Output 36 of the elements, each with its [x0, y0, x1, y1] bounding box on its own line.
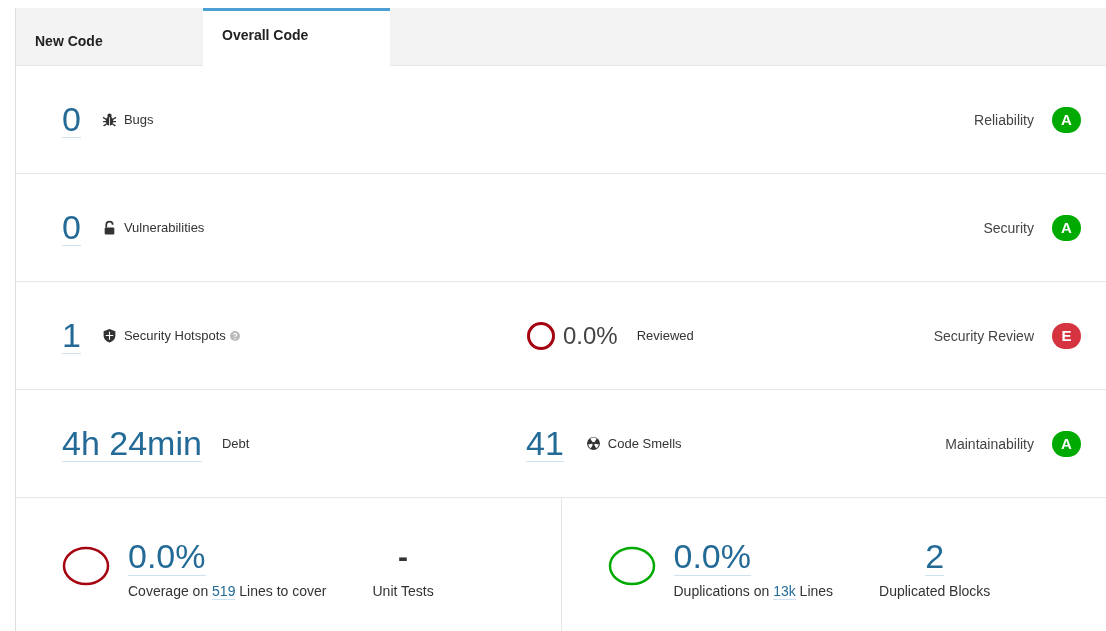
- metric-label: Bugs: [123, 112, 154, 127]
- lines-link[interactable]: 519: [212, 583, 236, 600]
- percent-value: 0.0%: [563, 321, 618, 350]
- percent-value[interactable]: 0.0%: [673, 537, 751, 576]
- rating-label: Security: [983, 219, 1034, 236]
- caption: Coverage on 519 Lines to cover: [128, 583, 327, 599]
- metric-label: Vulnerabilities: [123, 220, 205, 235]
- metric-value[interactable]: 41: [526, 425, 564, 462]
- metric-value[interactable]: 1: [62, 317, 81, 354]
- rating-label: Security Review: [933, 327, 1034, 344]
- lines-link[interactable]: 13k: [773, 583, 796, 600]
- metric-label: Reviewed: [636, 328, 694, 343]
- metric-label: Debt: [221, 436, 250, 451]
- metric-label: Security Hotspots: [123, 328, 226, 343]
- bug-icon: [101, 112, 117, 127]
- rating-badge[interactable]: A: [1052, 106, 1081, 133]
- tests-value: -: [398, 538, 409, 575]
- rating-label: Maintainability: [945, 435, 1034, 452]
- help-icon[interactable]: [229, 330, 240, 341]
- metric-value[interactable]: 4h 24min: [62, 425, 202, 462]
- metric-value[interactable]: 0: [62, 101, 81, 138]
- metric-label: Code Smells: [607, 436, 682, 451]
- side-label: Unit Tests: [372, 582, 434, 599]
- tab[interactable]: New Code: [16, 8, 203, 65]
- rating-label: Reliability: [974, 111, 1034, 128]
- smell-icon: [585, 436, 601, 451]
- rating-badge[interactable]: E: [1052, 322, 1081, 349]
- rating-badge[interactable]: A: [1052, 430, 1081, 457]
- caption: Duplications on 13k Lines: [673, 583, 834, 599]
- blocks-value[interactable]: 2: [925, 537, 945, 576]
- metric-value[interactable]: 0: [62, 209, 81, 246]
- side-label: Duplicated Blocks: [879, 583, 991, 599]
- rating-badge[interactable]: A: [1052, 214, 1081, 241]
- percent-value[interactable]: 0.0%: [128, 537, 206, 576]
- shield-icon: [101, 328, 117, 343]
- tab[interactable]: Overall Code: [203, 8, 390, 66]
